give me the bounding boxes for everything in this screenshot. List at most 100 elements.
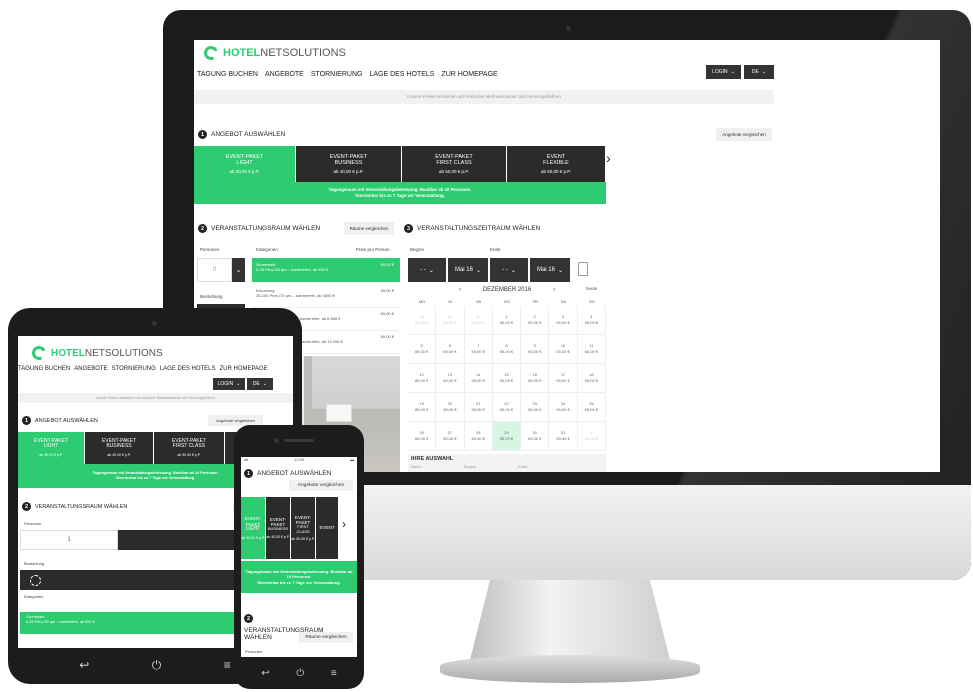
- nav-angebote[interactable]: ANGEBOTE: [74, 366, 107, 372]
- package-line2: FLEXIBLE: [543, 159, 569, 166]
- calendar-day[interactable]: 10 65,00 €: [549, 335, 578, 364]
- calendar-day[interactable]: 12 65,00 €: [408, 364, 437, 393]
- calendar-day[interactable]: 29 65,00 €: [436, 306, 465, 335]
- package-business[interactable]: EVENT-PAKET BUSINESS ab 40,00 € p.P.: [85, 432, 153, 464]
- calendar-day[interactable]: 28 65,00 €: [408, 306, 437, 335]
- persons-dropdown[interactable]: ⌄: [232, 258, 245, 282]
- menu-icon[interactable]: ≡: [331, 668, 337, 679]
- package-first-class[interactable]: EVENT-PAKET FIRST CLASS ab 50,00 € p.P.: [154, 432, 224, 464]
- package-business[interactable]: EVENT-PAKET BUSINESS ab 40,00 € p.P.: [266, 497, 290, 559]
- calendar-day[interactable]: 30 65,00 €: [464, 306, 493, 335]
- power-icon[interactable]: ⏻: [296, 668, 304, 679]
- calendar-day[interactable]: 11 65,00 €: [577, 335, 606, 364]
- calendar-day[interactable]: 1 65,00 €: [492, 306, 522, 335]
- end-date-dropdown[interactable]: Mai 16 ⌄: [530, 258, 570, 282]
- room-item-grunewald[interactable]: Grunewald 0-25 Pers./30 qm – barrierefre…: [252, 258, 400, 282]
- calendar-day[interactable]: 5 65,00 €: [408, 335, 437, 364]
- package-business[interactable]: EVENT-PAKET BUSINESS ab 40,00 € p.P.: [296, 146, 401, 182]
- calendar-day[interactable]: 13 65,00 €: [436, 364, 465, 393]
- calendar-day[interactable]: 29 65,00 €: [492, 422, 522, 451]
- calendar-day[interactable]: 26 65,00 €: [408, 422, 437, 451]
- room-price: 65,00 €: [380, 311, 394, 316]
- calendar-day[interactable]: 25 65,00 €: [577, 393, 606, 422]
- package-light[interactable]: EVENT-PAKET LIGHT ab 30,00 € p.P.: [18, 432, 84, 464]
- nav-stornierung[interactable]: STORNIERUNG: [311, 71, 363, 78]
- package-line2: BUSINESS: [334, 159, 363, 166]
- calendar-day[interactable]: 18 65,00 €: [577, 364, 606, 393]
- end-label: Ende: [490, 247, 501, 252]
- calendar-day[interactable]: 1 65,00 €: [577, 422, 606, 451]
- calendar-day[interactable]: 6 65,00 €: [436, 335, 465, 364]
- calendar-day[interactable]: 24 65,00 €: [549, 393, 578, 422]
- calendar-day[interactable]: 7 65,00 €: [464, 335, 493, 364]
- package-line2: LIGHT: [43, 443, 59, 450]
- language-dropdown[interactable]: DE ⌄: [744, 65, 774, 79]
- day-price: 65,00 €: [471, 436, 485, 441]
- package-flexible[interactable]: EVENT: [316, 497, 338, 559]
- main-nav: TAGUNG BUCHEN ANGEBOTE STORNIERUNG LAGE …: [18, 366, 268, 372]
- back-icon[interactable]: ↩: [261, 668, 269, 679]
- package-light[interactable]: EVENT-PAKET LIGHT ab 30,00 € p.P.: [194, 146, 295, 182]
- login-dropdown[interactable]: LOGIN ⌄: [706, 65, 741, 79]
- compare-rooms-button[interactable]: Räume vergleichen: [299, 632, 353, 643]
- persons-input[interactable]: 0: [197, 258, 232, 282]
- compare-offers-button[interactable]: Angebote vergleichen: [716, 128, 772, 141]
- today-link[interactable]: heute: [586, 286, 597, 291]
- login-dropdown[interactable]: LOGIN ⌄: [213, 378, 245, 390]
- day-price: 65,00 €: [556, 378, 570, 383]
- calendar-day[interactable]: 15 65,00 €: [492, 364, 522, 393]
- package-first-class[interactable]: EVENT-PAKET FIRST CLASS ab 50,00 € p.P.: [291, 497, 315, 559]
- calendar-day[interactable]: 2 65,00 €: [521, 306, 550, 335]
- calendar-day[interactable]: 30 65,00 €: [521, 422, 550, 451]
- end-time-dropdown[interactable]: - - ⌄: [490, 258, 528, 282]
- calendar-day[interactable]: 31 65,00 €: [549, 422, 578, 451]
- compare-offers-button[interactable]: Angebote vergleichen: [289, 480, 353, 491]
- calendar-day[interactable]: 8 65,00 €: [492, 335, 522, 364]
- power-icon[interactable]: ⏻: [152, 658, 162, 673]
- package-light[interactable]: EVENT-PAKET LIGHT ab 30,00 € p.P.: [241, 497, 265, 559]
- calendar-day[interactable]: 23 65,00 €: [521, 393, 550, 422]
- camera-icon: [566, 26, 571, 31]
- persons-input[interactable]: 1: [20, 530, 118, 550]
- calendar-day[interactable]: 19 65,00 €: [408, 393, 437, 422]
- seating-icon: [30, 574, 41, 586]
- day-price: 65,00 €: [471, 320, 485, 325]
- package-first-class[interactable]: EVENT-PAKET FIRST CLASS ab 50,00 € p.P.: [402, 146, 506, 182]
- language-dropdown[interactable]: DE ⌄: [247, 378, 273, 390]
- compare-rooms-button[interactable]: Räume vergleichen: [344, 222, 394, 235]
- nav-stornierung[interactable]: STORNIERUNG: [112, 366, 156, 372]
- begin-date-dropdown[interactable]: Mai 16 ⌄: [448, 258, 488, 282]
- room-item-kreuzberg[interactable]: Kreuzberg 26-100 Pers./70 qm – barrieref…: [252, 286, 400, 308]
- calendar-day[interactable]: 17 65,00 €: [549, 364, 578, 393]
- calendar-day[interactable]: 20 65,00 €: [436, 393, 465, 422]
- nav-tagung-buchen[interactable]: TAGUNG BUCHEN: [197, 71, 258, 78]
- calendar-day[interactable]: 3 65,00 €: [549, 306, 578, 335]
- chevron-right-icon[interactable]: ›: [553, 287, 555, 293]
- brand-logo[interactable]: HOTEL NETSOLUTIONS: [30, 344, 163, 362]
- persons-label: Personen: [200, 247, 220, 252]
- calendar-day[interactable]: 21 65,00 €: [464, 393, 493, 422]
- chevron-right-icon[interactable]: ›: [342, 517, 346, 531]
- calendar-day[interactable]: 28 65,00 €: [464, 422, 493, 451]
- begin-time-dropdown[interactable]: - - ⌄: [408, 258, 446, 282]
- calendar-day[interactable]: 27 65,00 €: [436, 422, 465, 451]
- chevron-left-icon[interactable]: ‹: [459, 287, 461, 293]
- package-flexible[interactable]: EVENT FLEXIBLE ab 60,00 € p.P.: [507, 146, 605, 182]
- calendar-day[interactable]: 9 65,00 €: [521, 335, 550, 364]
- package-line1: EVENT: [319, 525, 335, 531]
- chevron-right-icon[interactable]: ›: [606, 150, 611, 166]
- nav-angebote[interactable]: ANGEBOTE: [265, 71, 304, 78]
- calendar-day[interactable]: 16 65,00 €: [521, 364, 550, 393]
- calendar-day[interactable]: 22 65,00 €: [492, 393, 522, 422]
- nav-tagung-buchen[interactable]: TAGUNG BUCHEN: [18, 366, 70, 372]
- back-icon[interactable]: ↩: [79, 658, 89, 672]
- menu-icon[interactable]: ≡: [224, 658, 231, 672]
- nav-lage[interactable]: LAGE DES HOTELS: [369, 71, 434, 78]
- nav-homepage[interactable]: ZUR HOMEPAGE: [220, 366, 268, 372]
- calendar-day[interactable]: 4 65,00 €: [577, 306, 606, 335]
- nav-homepage[interactable]: ZUR HOMEPAGE: [441, 71, 497, 78]
- calendar-day[interactable]: 14 65,00 €: [464, 364, 493, 393]
- nav-lage[interactable]: LAGE DES HOTELS: [160, 366, 216, 372]
- brand-logo[interactable]: HOTEL NETSOLUTIONS: [202, 44, 346, 62]
- trash-icon[interactable]: [578, 262, 588, 276]
